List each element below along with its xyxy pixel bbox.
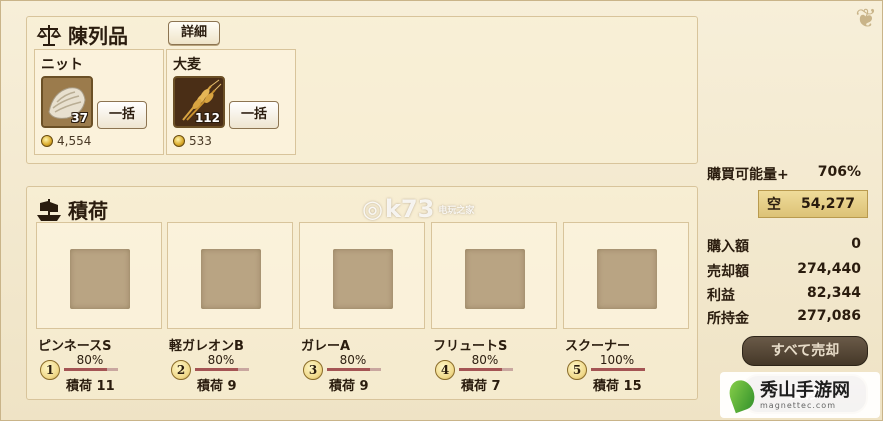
profit-label: 利益 xyxy=(707,288,735,304)
ship-index-badge: 3 xyxy=(303,360,323,380)
ship-name: ガレーA xyxy=(301,339,351,354)
display-goods-title-text: 陳列品 xyxy=(68,24,128,48)
ship-name: 軽ガレオンB xyxy=(169,339,244,354)
site-watermark-sub: magnettec.com xyxy=(760,400,836,410)
ship-cargo-count: 積荷 11 xyxy=(66,379,115,394)
goods-price: 4,554 xyxy=(41,134,91,148)
profit-value: 82,344 xyxy=(806,285,861,301)
site-watermark: 秀山手游网 magnettec.com xyxy=(720,372,880,418)
money-held-value: 277,086 xyxy=(797,308,861,324)
ship-load-bar xyxy=(64,368,118,371)
ship-slot-1[interactable] xyxy=(36,222,162,329)
ship-index-badge: 2 xyxy=(171,360,191,380)
ship-load-bar-fill xyxy=(591,368,645,371)
watermark-k73-sub: 电玩之家 xyxy=(438,205,475,216)
ship-load-percent: 100% xyxy=(599,353,635,367)
site-watermark-main: 秀山手游网 xyxy=(760,379,850,401)
goods-card-knit[interactable]: ニット 37 一括 4,554 xyxy=(34,49,164,155)
leaf-logo-icon xyxy=(725,376,759,414)
watermark-k73: ◎ k73 电玩之家 xyxy=(362,195,474,223)
scales-icon xyxy=(36,22,62,48)
ship-load-percent: 80% xyxy=(76,353,104,367)
corner-ornament-icon: ❦ xyxy=(855,4,877,34)
bulk-sell-button[interactable]: 一括 xyxy=(229,101,279,129)
cargo-title: 積荷 xyxy=(36,195,108,224)
ship-slot-3[interactable] xyxy=(299,222,425,329)
ship-image-placeholder xyxy=(70,249,130,309)
ship-name: フリュートS xyxy=(433,339,508,354)
ship-load-percent: 80% xyxy=(471,353,499,367)
barley-icon: 112 xyxy=(173,76,225,128)
sale-amount-label: 売却額 xyxy=(707,264,749,280)
purchase-amount-label: 購入額 xyxy=(707,239,749,255)
ship-index-badge: 4 xyxy=(435,360,455,380)
coin-icon xyxy=(173,135,185,147)
detail-button[interactable]: 詳細 xyxy=(168,21,220,45)
site-watermark-text: 秀山手游网 magnettec.com xyxy=(760,379,850,410)
funds-icon: 空 xyxy=(767,197,781,213)
ship-icon xyxy=(36,197,62,223)
ship-load-bar-fill xyxy=(327,368,371,371)
goods-quantity: 112 xyxy=(194,111,220,125)
funds-box: 空 54,277 xyxy=(758,190,868,218)
ship-load-bar xyxy=(459,368,513,371)
goods-name: 大麦 xyxy=(173,57,201,73)
ship-cargo-count: 積荷 9 xyxy=(329,379,369,394)
buy-capacity-label: 購買可能量+ xyxy=(707,167,789,183)
cargo-title-text: 積荷 xyxy=(68,199,108,223)
knit-cloth-icon: 37 xyxy=(41,76,93,128)
watermark-k73-text: k73 xyxy=(384,195,435,223)
goods-price-value: 4,554 xyxy=(57,134,92,148)
ship-index-badge: 5 xyxy=(567,360,587,380)
funds-value: 54,277 xyxy=(800,196,855,212)
money-held-label: 所持金 xyxy=(707,311,749,327)
goods-card-barley[interactable]: 大麦 112 一括 533 xyxy=(166,49,296,155)
ship-cargo-count: 積荷 7 xyxy=(461,379,501,394)
buy-capacity-value: 706% xyxy=(817,164,861,180)
ship-slot-4[interactable] xyxy=(431,222,557,329)
purchase-amount-value: 0 xyxy=(851,236,861,252)
ship-image-placeholder xyxy=(465,249,525,309)
ship-load-bar-fill xyxy=(195,368,239,371)
watermark-gamepad-icon: ◎ xyxy=(362,195,383,223)
ship-load-percent: 80% xyxy=(207,353,235,367)
ship-name: スクーナー xyxy=(565,339,631,354)
ship-image-placeholder xyxy=(333,249,393,309)
ship-load-bar xyxy=(195,368,249,371)
goods-quantity: 37 xyxy=(71,111,88,125)
ship-load-percent: 80% xyxy=(339,353,367,367)
ship-load-bar xyxy=(591,368,645,371)
goods-name: ニット xyxy=(41,57,83,73)
ship-slot-2[interactable] xyxy=(167,222,293,329)
sell-all-button[interactable]: すべて売却 xyxy=(742,336,868,366)
ship-load-bar xyxy=(327,368,381,371)
display-goods-title: 陳列品 xyxy=(36,20,128,49)
ship-load-bar-fill xyxy=(64,368,108,371)
sale-amount-value: 274,440 xyxy=(797,261,861,277)
goods-price: 533 xyxy=(173,134,212,148)
ship-load-bar-fill xyxy=(459,368,503,371)
goods-price-value: 533 xyxy=(189,134,212,148)
ship-cargo-count: 積荷 15 xyxy=(593,379,642,394)
bulk-sell-button[interactable]: 一括 xyxy=(97,101,147,129)
ship-image-placeholder xyxy=(201,249,261,309)
ship-cargo-count: 積荷 9 xyxy=(197,379,237,394)
ship-name: ピンネースS xyxy=(38,339,112,354)
coin-icon xyxy=(41,135,53,147)
ship-image-placeholder xyxy=(597,249,657,309)
ship-slot-5[interactable] xyxy=(563,222,689,329)
ship-index-badge: 1 xyxy=(40,360,60,380)
